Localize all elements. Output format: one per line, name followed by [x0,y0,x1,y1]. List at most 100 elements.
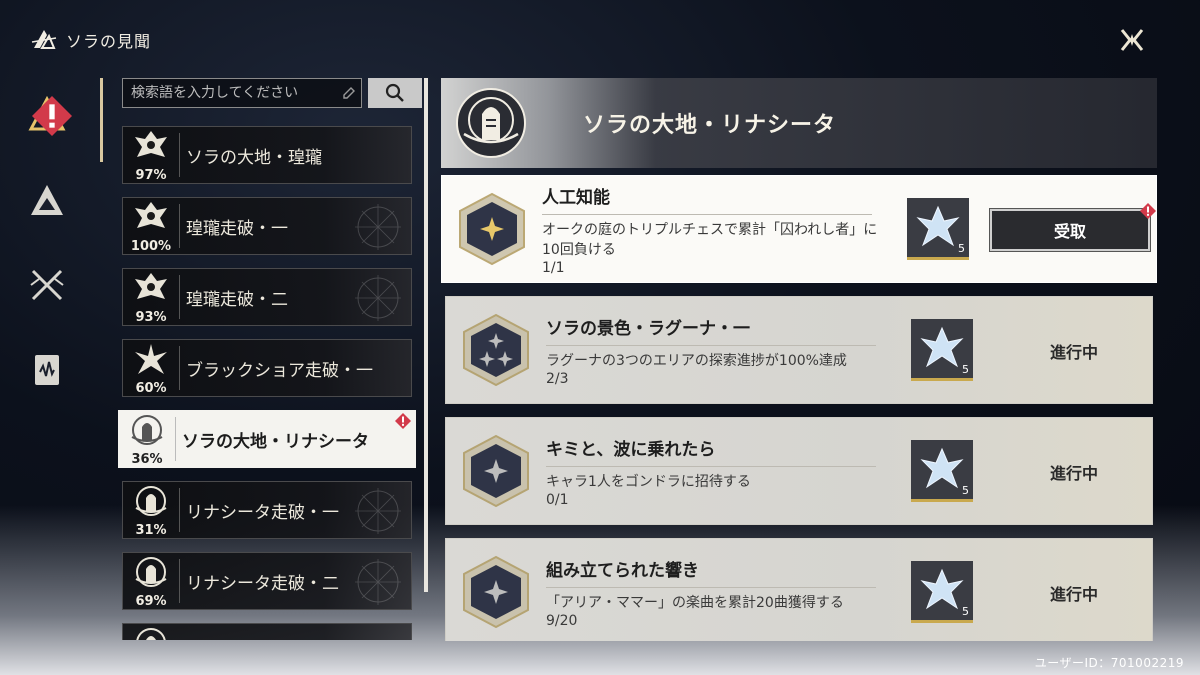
divider [179,133,180,177]
reward-slot[interactable]: 5 [911,561,973,623]
achievement-card: ソラの景色・ラグーナ・一 ラグーナの3つのエリアの探索進捗が100%達成 2/3… [445,296,1153,404]
search-row [122,78,422,108]
item-icon-box: 69% [123,553,179,609]
achievement-title: ソラの景色・ラグーナ・一 [546,314,876,346]
list-item-selected[interactable]: 36% ソラの大地・リナシータ [118,410,416,468]
achievement-card: 組み立てられた響き 「アリア・ママー」の楽曲を累計20曲獲得する 9/20 5 … [445,538,1153,641]
compass-decoration-icon [355,204,401,250]
divider [179,204,180,248]
achievement-card: キミと、波に乗れたら キャラ1人をゴンドラに招待する 0/1 5 進行中 [445,417,1153,525]
dragon-emblem-icon [135,273,167,299]
list-item[interactable] [122,623,412,640]
reward-count: 5 [958,242,965,255]
status-label: 進行中 [1049,343,1098,362]
divider [179,488,180,532]
reward-slot[interactable]: 5 [907,198,969,260]
list-item[interactable]: 93% 瑝瓏走破・二 [122,268,412,326]
status-label: 進行中 [1049,464,1098,483]
edit-icon [343,87,355,99]
search-icon [385,83,404,102]
star-flower-icon [135,344,167,374]
astrite-crystal-icon [920,447,964,489]
list-item-label: リナシータ走破・一 [186,502,339,523]
item-icon-box [123,624,179,640]
list-item[interactable]: 60% ブラックショア走破・一 [122,339,412,397]
nav-item-exploration[interactable] [22,175,72,225]
reward-slot[interactable]: 5 [911,440,973,502]
single-star-hex-icon [459,192,525,266]
rinascita-emblem-icon [135,486,167,516]
reward-count: 5 [962,605,969,618]
reward-slot[interactable]: 5 [911,319,973,381]
crossed-swords-icon [30,269,64,301]
achievement-progress: 1/1 [542,259,565,276]
search-input[interactable] [122,78,362,108]
achievement-description: オークの庭のトリプルチェスで累計「囚われし者」に10回負ける [542,221,878,258]
list-item[interactable]: 69% リナシータ走破・二 [122,552,412,610]
divider [179,275,180,319]
single-star-hex-icon [463,434,529,508]
banner-emblem [441,78,541,168]
list-item-label: ソラの大地・リナシータ [182,431,369,452]
achievement-title: キミと、波に乗れたら [546,435,876,467]
category-list: 97% ソラの大地・瑝瓏 100% 瑝瓏走破・一 93% 瑝瓏走破・二 60% … [118,126,416,640]
close-icon[interactable] [1116,24,1148,56]
reward-count: 5 [962,363,969,376]
achievement-description: キャラ1人をゴンドラに招待する [546,473,751,490]
list-item-label: リナシータ走破・二 [186,573,339,594]
nav-item-achievements[interactable] [22,90,72,140]
achievement-description: ラグーナの3つのエリアの探索進捗が100%達成 [546,352,847,369]
item-icon-box: 100% [123,198,179,254]
completion-percent: 100% [130,239,172,254]
achievement-list: 人工知能 オークの庭のトリプルチェスで累計「囚われし者」に10回負ける 1/1 … [441,175,1157,641]
single-star-hex-icon [463,555,529,629]
divider [179,559,180,603]
achievement-hex [446,417,546,525]
claim-button[interactable]: 受取 [990,203,1156,251]
list-item-label: 瑝瓏走破・二 [186,289,288,310]
dragon-emblem-icon [135,202,167,228]
achievement-hex [446,296,546,404]
nav-item-records[interactable] [22,345,72,395]
banner-title: ソラの大地・リナシータ [583,113,837,138]
achievement-card: 人工知能 オークの庭のトリプルチェスで累計「囚われし者」に10回負ける 1/1 … [441,175,1157,283]
completion-percent: 69% [135,594,167,609]
achievement-hex [446,538,546,641]
item-icon-box: 93% [123,269,179,325]
nav-active-indicator [100,78,103,162]
dragon-emblem-icon [135,131,167,157]
book-icon [35,355,59,385]
status-label: 進行中 [1049,585,1098,604]
alert-badge-icon [395,413,411,429]
rinascita-emblem-icon [131,415,163,445]
game-logo-icon [31,30,57,49]
achievement-title: 組み立てられた響き [546,556,876,588]
item-icon-box: 97% [123,127,179,183]
completion-percent: 97% [135,168,167,183]
list-item[interactable]: 31% リナシータ走破・一 [122,481,412,539]
item-icon-box: 31% [123,482,179,538]
search-button[interactable] [368,78,422,108]
mountain-icon [31,185,63,215]
page-title: ソラの見聞 [66,32,152,51]
rinascita-emblem-icon [136,628,166,640]
achievement-description: 「アリア・ママー」の楽曲を累計20曲獲得する [546,594,844,611]
alert-badge-icon [32,96,72,136]
category-banner: ソラの大地・リナシータ [441,78,1157,168]
astrite-crystal-icon [916,205,960,247]
claim-button-label: 受取 [1053,222,1086,241]
completion-percent: 36% [131,452,163,467]
alert-badge-icon [1140,203,1156,219]
completion-percent: 93% [135,310,167,325]
list-item[interactable]: 100% 瑝瓏走破・一 [122,197,412,255]
list-item-label: ソラの大地・瑝瓏 [186,147,322,168]
divider [179,346,180,390]
compass-decoration-icon [355,488,401,534]
list-item[interactable]: 97% ソラの大地・瑝瓏 [122,126,412,184]
astrite-crystal-icon [920,326,964,368]
nav-item-combat[interactable] [22,260,72,310]
rinascita-emblem-icon [456,88,526,158]
compass-decoration-icon [355,559,401,605]
list-scrollbar[interactable] [424,78,428,592]
triple-star-hex-icon [463,313,529,387]
